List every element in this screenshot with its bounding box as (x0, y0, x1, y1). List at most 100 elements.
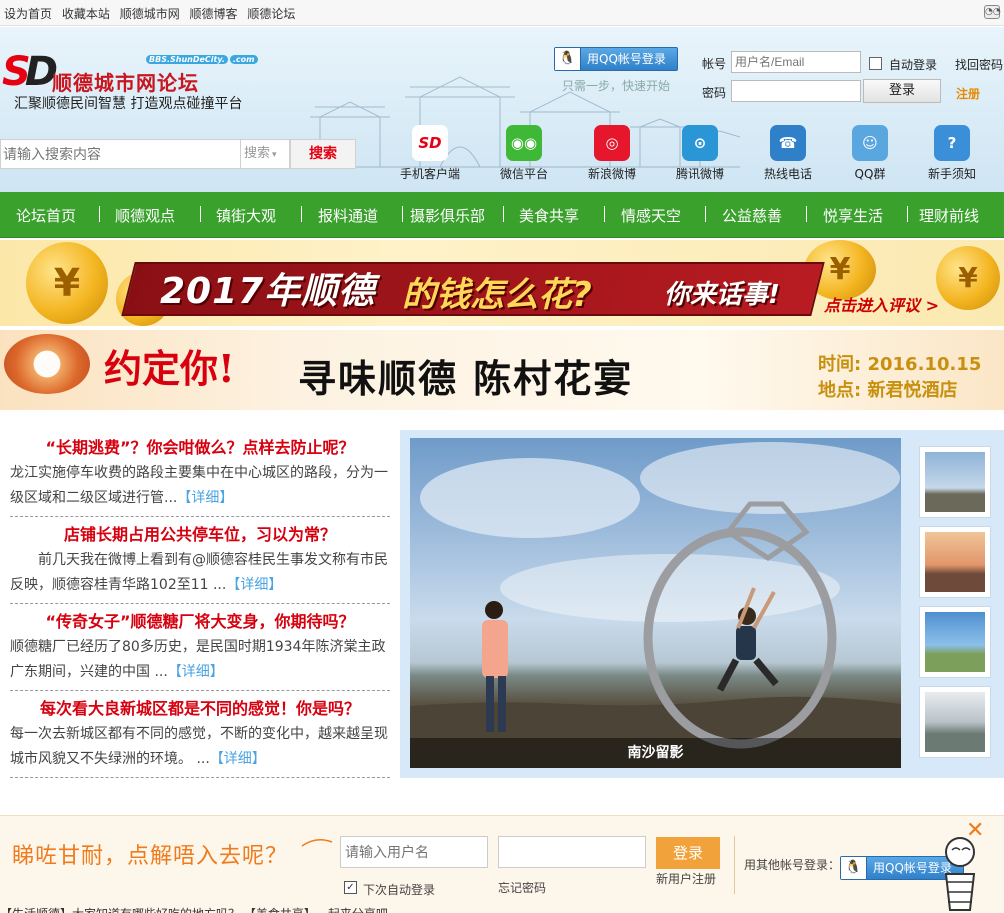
banner1-part3: 你来话事! (664, 280, 780, 310)
news-title[interactable]: “传奇女子”顺德糖厂将大变身，你期待吗？ (10, 608, 390, 632)
nav-item-emotion[interactable]: 情感天空 (621, 205, 681, 226)
news-title[interactable]: “长期逃费”？你会咁做么？点样去防止呢？ (10, 434, 390, 458)
list-item: “长期逃费”？你会咁做么？点样去防止呢？ 龙江实施停车收费的路段主要集中在中心城… (10, 430, 390, 517)
quick-start-text: 只需一步，快速开始 (562, 79, 671, 93)
account-label: 帐号 (702, 57, 727, 71)
news-more-link[interactable]: 【详细】 (210, 751, 266, 767)
news-more-link[interactable]: 【详细】 (168, 664, 224, 680)
nav-divider (200, 206, 201, 222)
newbie-guide-link[interactable]: ? 新手须知 (912, 125, 992, 182)
close-icon[interactable]: ✕ (966, 818, 984, 843)
password-input[interactable] (731, 80, 861, 102)
nav-divider (402, 206, 403, 222)
nav-item-finance[interactable]: 理财前线 (919, 205, 979, 226)
nav-item-report[interactable]: 报料通道 (318, 205, 378, 226)
sina-weibo-link[interactable]: ◎ 新浪微博 (572, 125, 652, 182)
news-title[interactable]: 每次看大良新城区都是不同的感觉！你是吗？ (10, 695, 390, 719)
time-value: 2016.10.15 (867, 354, 982, 375)
bottom-auto-login-checkbox[interactable]: ✓ (344, 881, 357, 894)
tencent-weibo-icon: ⊙ (682, 125, 718, 161)
nav-item-charity[interactable]: 公益慈善 (722, 205, 782, 226)
set-homepage-link[interactable]: 设为首页 (4, 7, 52, 21)
slider-thumb[interactable] (919, 606, 991, 678)
nav-item-towns[interactable]: 镇街大观 (216, 205, 276, 226)
shundecity-link[interactable]: 顺德城市网 (120, 7, 180, 21)
slider-thumb[interactable] (919, 446, 991, 518)
top-links: 设为首页 收藏本站 顺德城市网 顺德博客 顺德论坛 (4, 5, 301, 22)
find-password-link[interactable]: 找回密码 (955, 56, 1003, 73)
slider-thumb[interactable] (919, 526, 991, 598)
bookmark-link[interactable]: 收藏本站 (62, 7, 110, 21)
list-item: 店铺长期占用公共停车位，习以为常？ 前几天我在微博上看到有@顺德容桂民生事发文称… (10, 517, 390, 604)
nav-divider (301, 206, 302, 222)
nav-item-photo-club[interactable]: 摄影俱乐部 (410, 205, 485, 226)
nav-item-views[interactable]: 顺德观点 (115, 205, 175, 226)
cut-off-list-text: 【生活顺德】大家知道有哪些好吃的地方吗？ 【美食共享】一起来分享吧 (0, 905, 1004, 913)
search-bar: 搜索 搜索 (0, 139, 356, 171)
main-nav: 论坛首页 顺德观点 镇街大观 报料通道 摄影俱乐部 美食共享 情感天空 公益慈善… (0, 192, 1004, 238)
bottom-username-input[interactable] (340, 836, 488, 868)
banner1-part1: 2017年顺德 (160, 271, 376, 312)
nav-divider (99, 206, 100, 222)
qq-penguin-icon: 🐧 (555, 48, 581, 70)
shunde-forum-link[interactable]: 顺德论坛 (247, 7, 295, 21)
coin-icon: ¥ (26, 242, 108, 324)
wechat-link[interactable]: ◉◉ 微信平台 (484, 125, 564, 182)
nav-item-food[interactable]: 美食共享 (519, 205, 579, 226)
news-more-link[interactable]: 【详细】 (177, 490, 233, 506)
auto-login-checkbox[interactable] (869, 57, 882, 70)
time-label: 时间: (818, 354, 862, 375)
password-label: 密码 (702, 86, 727, 100)
bottom-question: 睇咗甘耐，点解唔入去呢？ (12, 844, 289, 869)
new-user-register-link[interactable]: 新用户注册 (656, 870, 716, 887)
app-icons-row: SD 手机客户端 ◉◉ 微信平台 ◎ 新浪微博 ⊙ 腾讯微博 ☎ 热线电话 ☺ … (388, 125, 1004, 185)
news-desc: 顺德糖厂已经历了80多历史，是民国时期1934年陈济棠主政广东期间，兴建的中国 … (10, 639, 386, 680)
qq-login-button[interactable]: 🐧 用QQ帐号登录 (554, 47, 678, 71)
newbie-guide-icon: ? (934, 125, 970, 161)
coin-icon: ¥ (936, 246, 1000, 310)
shunde-blog-link[interactable]: 顺德博客 (190, 7, 238, 21)
header-login-button[interactable]: 登录 (863, 79, 941, 103)
hotline-link[interactable]: ☎ 热线电话 (748, 125, 828, 182)
search-button[interactable]: 搜索 (290, 139, 356, 169)
glasses-icon[interactable]: ◔◔ (984, 5, 1001, 19)
account-input[interactable] (731, 51, 861, 73)
dessert-dish-image (4, 334, 90, 394)
nav-divider (806, 206, 807, 222)
banner2-event: 寻味顺德 陈村花宴 (298, 356, 634, 401)
budget-banner[interactable]: ¥ ¥ ¥ ¥ 2017年顺德 的钱怎么花? 你来话事! 点击进入评议 > (0, 240, 1004, 326)
bottom-login-button[interactable]: 登录 (656, 837, 720, 869)
news-desc: 龙江实施停车收费的路段主要集中在中心城区的路段，分为一级区域和二级区域进行管..… (10, 465, 388, 506)
ring-sculpture-photo (410, 442, 901, 768)
header: SD BBS.ShunDeCity. .com 顺德城市网论坛 汇聚顺德民间智慧 … (0, 27, 1004, 192)
other-login-label: 用其他帐号登录： (744, 858, 841, 872)
wechat-icon: ◉◉ (506, 125, 542, 161)
news-title[interactable]: 店铺长期占用公共停车位，习以为常？ (10, 521, 390, 545)
nav-divider (705, 206, 706, 222)
bottom-auto-login-label: 下次自动登录 (363, 883, 436, 897)
nav-divider (907, 206, 908, 222)
slider-caption: 南沙留影 (410, 738, 901, 768)
banner1-cta-link[interactable]: 点击进入评议 > (824, 292, 939, 316)
place-label: 地点: (818, 380, 862, 401)
qq-group-link[interactable]: ☺ QQ群 (830, 125, 910, 182)
nav-item-life[interactable]: 悦享生活 (823, 205, 883, 226)
list-item: “传奇女子”顺德糖厂将大变身，你期待吗？ 顺德糖厂已经历了80多历史，是民国时期… (10, 604, 390, 691)
banner2-info: 时间: 2016.10.15 地点: 新君悦酒店 (818, 352, 981, 404)
search-type-select[interactable]: 搜索 (240, 139, 290, 169)
nav-item-home[interactable]: 论坛首页 (16, 205, 76, 226)
register-link[interactable]: 注册 (956, 85, 980, 102)
news-desc: 前几天我在微博上看到有@顺德容桂民生事发文称有市民反映，顺德容桂青华路102至1… (10, 552, 388, 593)
bottom-password-input[interactable] (498, 836, 646, 868)
flower-feast-banner[interactable]: 约定你! 寻味顺德 陈村花宴 时间: 2016.10.15 地点: 新君悦酒店 (0, 330, 1004, 410)
slider-main-image[interactable]: 南沙留影 (410, 438, 901, 768)
slider-thumb[interactable] (919, 686, 991, 758)
mobile-app-link[interactable]: SD 手机客户端 (390, 125, 470, 182)
news-more-link[interactable]: 【详细】 (226, 577, 282, 593)
forgot-password-link[interactable]: 忘记密码 (498, 879, 546, 896)
tencent-weibo-link[interactable]: ⊙ 腾讯微博 (660, 125, 740, 182)
auto-login-label: 自动登录 (889, 58, 938, 72)
search-input[interactable] (0, 139, 240, 169)
cartoon-figure-illustration (944, 837, 976, 911)
swoosh-decoration (301, 839, 333, 847)
